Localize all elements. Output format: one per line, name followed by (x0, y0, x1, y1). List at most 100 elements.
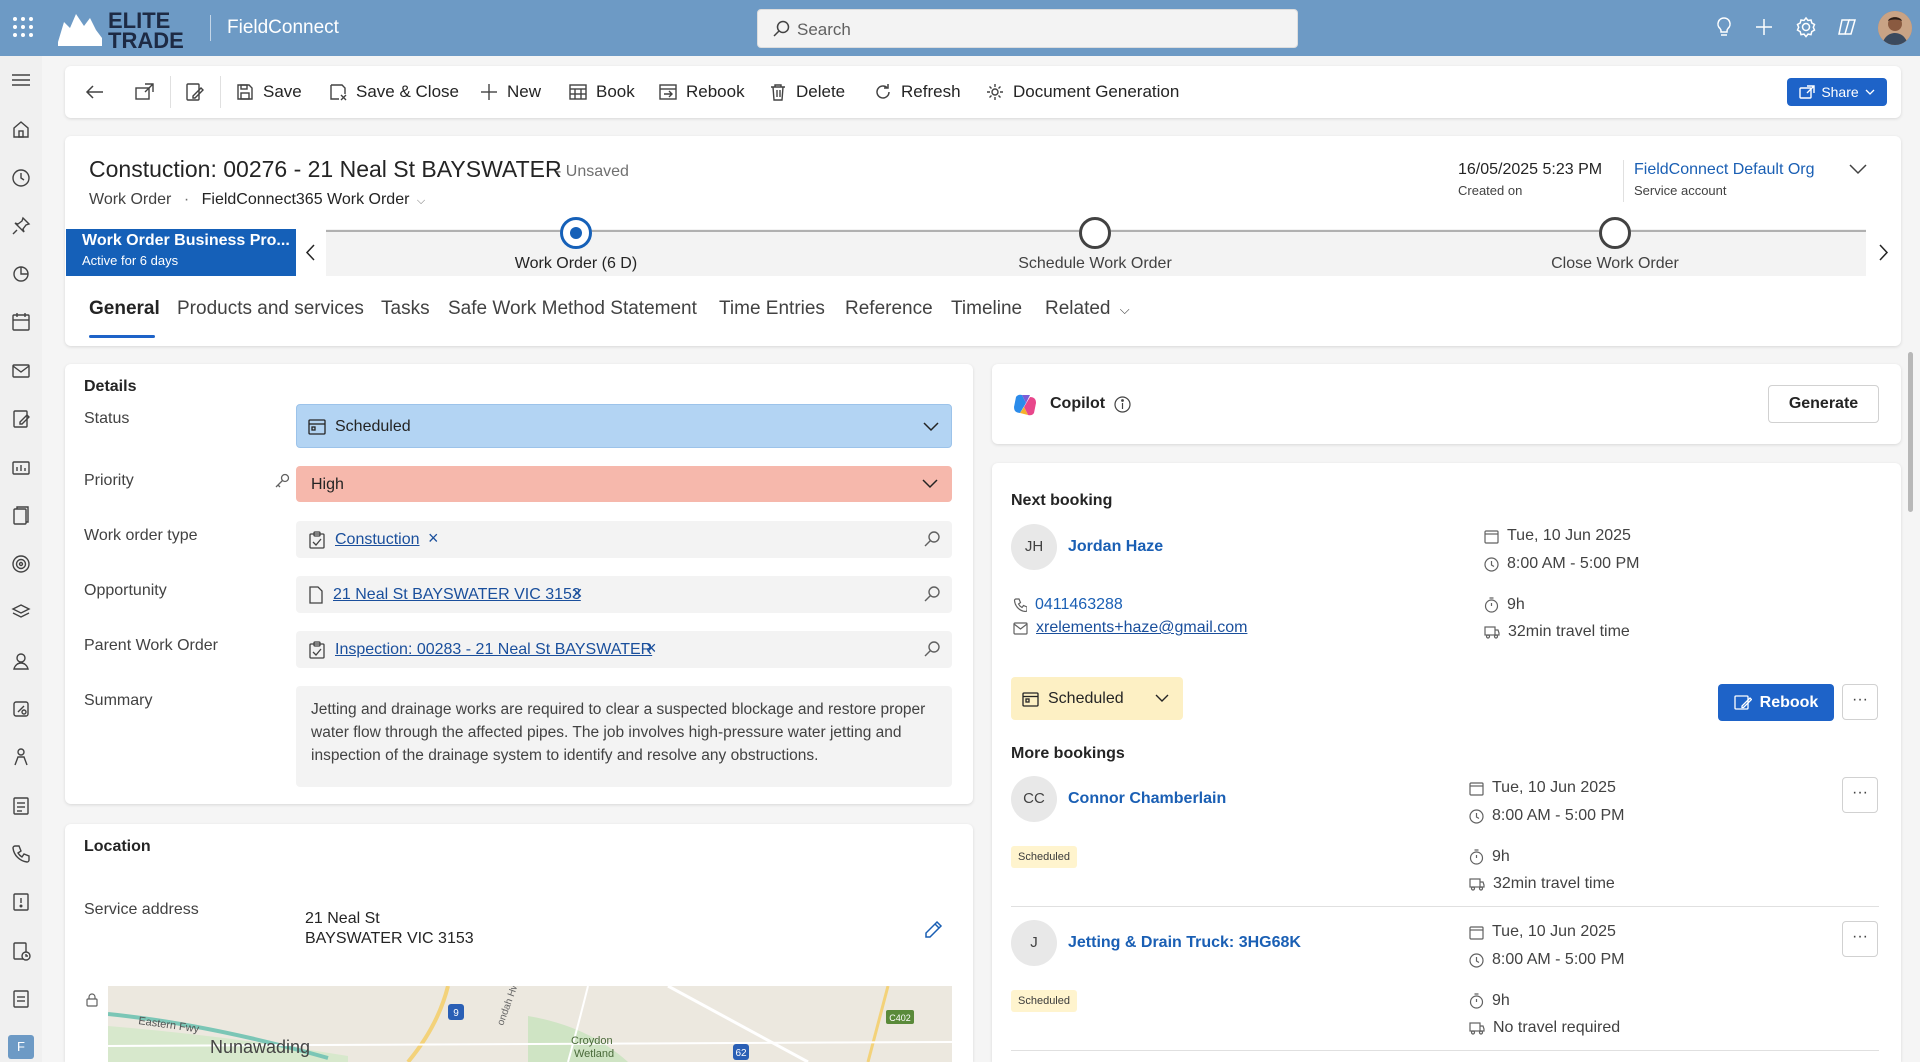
chevron-down-icon[interactable]: ⌵ (417, 195, 425, 207)
invoice-icon[interactable] (11, 796, 31, 816)
booking-status-select[interactable]: Scheduled (1011, 677, 1183, 720)
remove-value-icon[interactable]: × (572, 583, 583, 604)
vehicle-icon (1469, 878, 1485, 891)
search-input[interactable]: Search (757, 9, 1298, 48)
opportunity-link[interactable]: 21 Neal St BAYSWATER VIC 3153 (333, 586, 581, 604)
settings-gear-icon[interactable] (1795, 16, 1817, 38)
header-expand-chevron-icon[interactable] (1848, 163, 1868, 175)
service-account-link[interactable]: FieldConnect Default Org (1634, 161, 1815, 179)
tab-swms[interactable]: Safe Work Method Statement (448, 298, 697, 320)
dashboard-icon[interactable] (11, 264, 31, 284)
process-name: Work Order Business Pro... (82, 232, 290, 249)
alert-document-icon[interactable] (11, 892, 31, 912)
edit-pencil-icon[interactable] (923, 920, 943, 940)
open-new-window-button[interactable] (135, 66, 155, 118)
timesheet-icon[interactable] (11, 941, 31, 961)
page-scrollbar[interactable] (1908, 352, 1913, 512)
tab-related[interactable]: Related ⌵ (1045, 298, 1130, 320)
booking-time: 8:00 AM - 5:00 PM (1469, 951, 1625, 969)
tab-general[interactable]: General (89, 298, 160, 320)
save-close-button[interactable]: Save & Close (329, 66, 459, 118)
form-selector[interactable]: FieldConnect365 Work Order (202, 191, 410, 208)
recent-clock-icon[interactable] (11, 168, 31, 188)
status-select[interactable]: Scheduled (296, 404, 952, 448)
tab-timeline[interactable]: Timeline (951, 298, 1022, 320)
remove-value-icon[interactable]: × (646, 638, 657, 659)
resource-name-link[interactable]: Connor Chamberlain (1068, 790, 1226, 808)
assets-icon[interactable] (11, 699, 31, 719)
document-generation-button[interactable]: Document Generation (986, 66, 1179, 118)
calendar-icon[interactable] (11, 312, 31, 332)
tab-tasks[interactable]: Tasks (381, 298, 430, 320)
new-button[interactable]: New (480, 66, 541, 118)
search-icon[interactable] (924, 531, 940, 547)
user-avatar[interactable] (1878, 11, 1912, 45)
stage-prev-button[interactable] (296, 229, 326, 276)
technician-icon[interactable] (11, 747, 31, 767)
plus-icon (481, 84, 497, 100)
share-button[interactable]: Share (1787, 78, 1887, 106)
more-options-button[interactable]: ··· (1842, 777, 1878, 813)
parent-work-order-link[interactable]: Inspection: 00283 - 21 Neal St BAYSWATER (335, 641, 652, 659)
priority-select[interactable]: High (296, 466, 952, 502)
area-switcher[interactable]: F (8, 1035, 34, 1059)
form-edit-button[interactable] (185, 66, 205, 118)
mail-icon[interactable] (11, 361, 31, 381)
tab-reference[interactable]: Reference (845, 298, 933, 320)
search-icon[interactable] (924, 586, 940, 602)
hamburger-menu-icon[interactable] (11, 73, 31, 87)
more-options-button[interactable]: ··· (1842, 921, 1878, 957)
pin-icon[interactable] (11, 216, 31, 236)
process-flyout[interactable]: Work Order Business Pro... Active for 6 … (66, 229, 296, 276)
copilot-top-icon[interactable] (1836, 16, 1858, 38)
layers-icon[interactable] (11, 602, 31, 622)
work-order-icon[interactable] (11, 409, 31, 429)
summary-textarea[interactable]: Jetting and drainage works are required … (296, 686, 952, 787)
chevron-down-icon: ⌵ (1119, 302, 1130, 317)
stage-next-button[interactable] (1866, 229, 1899, 276)
back-button[interactable] (85, 66, 105, 118)
work-order-type-lookup[interactable]: Constuction × (296, 521, 952, 558)
delete-button[interactable]: Delete (769, 66, 845, 118)
contacts-icon[interactable] (11, 651, 31, 671)
more-options-button[interactable]: ··· (1842, 684, 1878, 720)
work-order-type-link[interactable]: Constuction (335, 531, 420, 549)
rebook-booking-button[interactable]: Rebook (1718, 684, 1834, 721)
reports-icon[interactable] (11, 458, 31, 478)
home-icon[interactable] (11, 119, 31, 139)
notes-icon[interactable] (11, 989, 31, 1009)
resource-name-link[interactable]: Jetting & Drain Truck: 3HG68K (1068, 934, 1301, 952)
save-button[interactable]: Save (236, 66, 302, 118)
phone-call-icon[interactable] (11, 844, 31, 864)
stage-work-order[interactable]: Work Order (6 D) (496, 217, 656, 273)
app-launcher-icon[interactable] (12, 16, 34, 38)
divider (1011, 906, 1879, 907)
parent-work-order-lookup[interactable]: Inspection: 00283 - 21 Neal St BAYSWATER… (296, 631, 952, 668)
avatar: JH (1011, 524, 1057, 570)
service-address-map[interactable]: 9 62 C402 Eastern Fwy Nunawading Croydon… (108, 986, 952, 1062)
resource-name-link[interactable]: Jordan Haze (1068, 538, 1163, 556)
documents-icon[interactable] (11, 506, 31, 526)
search-placeholder: Search (797, 20, 851, 39)
book-button[interactable]: Book (569, 66, 635, 118)
target-icon[interactable] (11, 554, 31, 574)
stage-schedule-work-order[interactable]: Schedule Work Order (995, 217, 1195, 273)
rebook-button[interactable]: Rebook (659, 66, 745, 118)
tab-products-services[interactable]: Products and services (177, 298, 364, 320)
remove-value-icon[interactable]: × (428, 528, 439, 549)
plus-icon[interactable] (1754, 16, 1774, 38)
vehicle-icon (1484, 626, 1500, 639)
refresh-button[interactable]: Refresh (874, 66, 961, 118)
chevron-down-icon (1865, 89, 1875, 95)
lightbulb-icon[interactable] (1714, 16, 1734, 38)
tab-time-entries[interactable]: Time Entries (719, 298, 825, 320)
info-icon[interactable] (1114, 396, 1131, 413)
vehicle-icon (1469, 1022, 1485, 1035)
generate-button[interactable]: Generate (1768, 385, 1879, 423)
search-icon[interactable] (924, 641, 940, 657)
app-name[interactable]: FieldConnect (227, 17, 339, 39)
lock-icon (86, 993, 98, 1007)
opportunity-lookup[interactable]: 21 Neal St BAYSWATER VIC 3153 × (296, 576, 952, 613)
rebook-calendar-icon (659, 84, 677, 100)
stage-close-work-order[interactable]: Close Work Order (1525, 217, 1705, 273)
